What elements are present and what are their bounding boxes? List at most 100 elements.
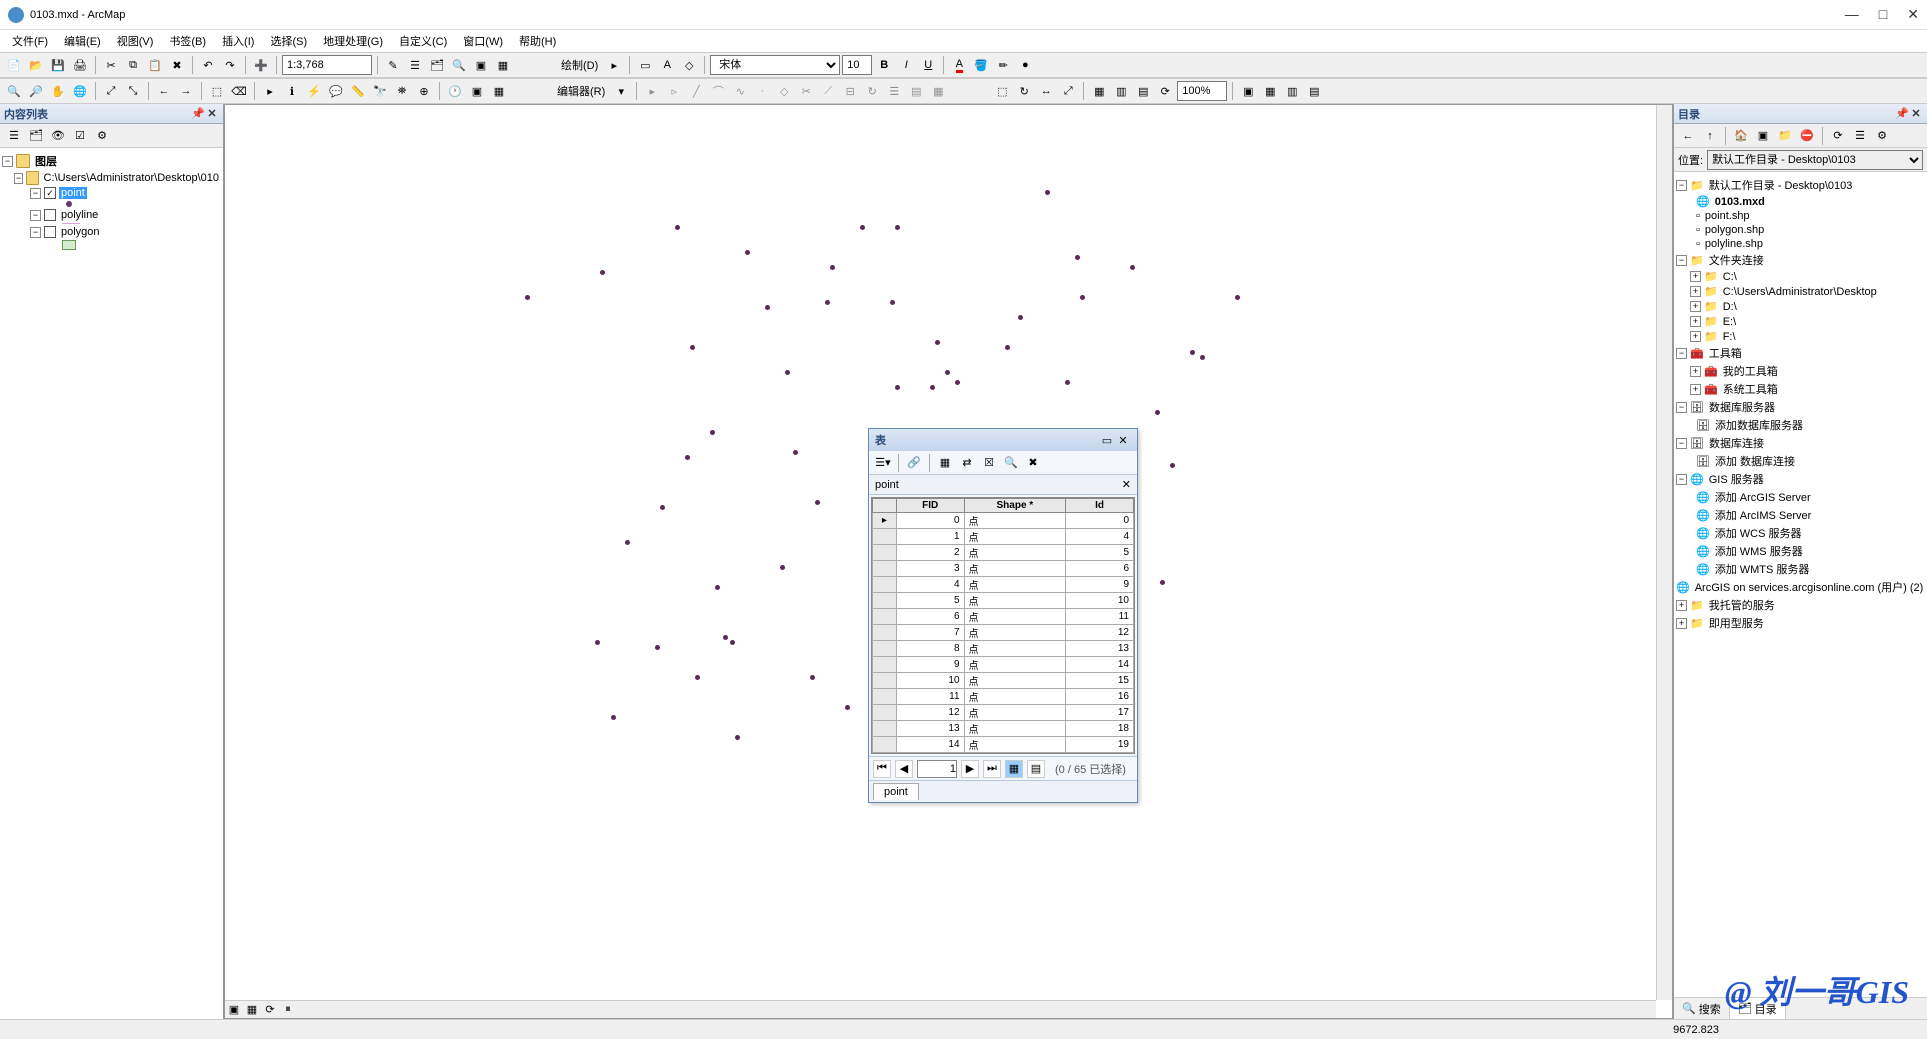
create-viewer-icon[interactable]: ▣ [467,81,487,101]
data-view-icon[interactable]: ▣ [225,1002,243,1018]
layout-whole-icon[interactable]: ▤ [1304,81,1324,101]
redo-icon[interactable]: ↷ [220,55,240,75]
toggle-icon[interactable]: + [1690,301,1701,312]
map-point[interactable] [860,225,865,230]
cat-toggle-icon[interactable]: ▣ [1753,126,1773,146]
first-record-icon[interactable]: ⏮ [873,760,891,778]
map-point[interactable] [815,500,820,505]
layer-point[interactable]: point [59,187,87,199]
layout-pan-icon[interactable]: ▦ [1260,81,1280,101]
map-point[interactable] [723,635,728,640]
clear-selection2-icon[interactable]: ☒ [979,453,999,473]
menu-地理处理g[interactable]: 地理处理(G) [315,31,391,51]
map-point[interactable] [895,385,900,390]
table-row[interactable]: 8点13 [873,641,1134,657]
table-tab-close-icon[interactable]: ✕ [1122,478,1131,491]
table-row[interactable]: 3点6 [873,561,1134,577]
switch-selection-icon[interactable]: ⇄ [957,453,977,473]
table-tab[interactable]: point [875,479,1122,491]
map-point[interactable] [625,540,630,545]
menu-文件f[interactable]: 文件(F) [4,31,56,51]
related-tables-icon[interactable]: 🔗 [904,453,924,473]
edit-vertices-icon[interactable]: ◇ [679,55,699,75]
toggle-icon[interactable]: − [1676,255,1687,266]
map-point[interactable] [685,455,690,460]
find-route-icon[interactable]: ⛯ [392,81,412,101]
georef-layer-icon[interactable]: ⬚ [992,81,1012,101]
menu-视图v[interactable]: 视图(V) [109,31,162,51]
map-point[interactable] [595,640,600,645]
map-point[interactable] [1075,255,1080,260]
layout-view-icon[interactable]: ▦ [243,1002,261,1018]
table-row[interactable]: 4点9 [873,577,1134,593]
identify-icon[interactable]: ℹ [282,81,302,101]
cat-drive[interactable]: F:\ [1721,331,1738,343]
save-icon[interactable]: 💾 [48,55,68,75]
time-slider-icon[interactable]: 🕐 [445,81,465,101]
full-extent-icon[interactable]: 🌐 [70,81,90,101]
cat-ready[interactable]: 即用型服务 [1707,615,1766,631]
georef-scale-icon[interactable]: ⤢ [1058,81,1078,101]
map-point[interactable] [655,645,660,650]
table-row[interactable]: 7点12 [873,625,1134,641]
cat-tree-icon[interactable]: ☰ [1850,126,1870,146]
map-point[interactable] [690,345,695,350]
cat-dbconn[interactable]: 数据库连接 [1707,435,1766,451]
record-number-input[interactable] [917,760,957,778]
menu-书签b[interactable]: 书签(B) [161,31,214,51]
fixed-zoom-out-icon[interactable]: ⤡ [123,81,143,101]
toggle-icon[interactable]: − [1676,348,1687,359]
layer-checkbox[interactable]: ✓ [44,187,56,199]
cat-default-wd[interactable]: 默认工作目录 - Desktop\0103 [1707,177,1855,193]
georef-shift-icon[interactable]: ↔ [1036,81,1056,101]
menu-插入i[interactable]: 插入(I) [214,31,262,51]
map-point[interactable] [895,225,900,230]
options-icon[interactable]: ⚙ [92,126,112,146]
toggle-icon[interactable]: − [1676,474,1687,485]
zoom-pct-input[interactable] [1177,81,1227,101]
col-header[interactable]: Id [1066,499,1134,513]
cat-connect-folder-icon[interactable]: 📁 [1775,126,1795,146]
cat-gis-item[interactable]: ArcGIS on services.arcgisonline.com (用户)… [1693,579,1926,595]
layer-polygon[interactable]: polygon [59,226,102,238]
show-all-icon[interactable]: ▦ [1005,760,1023,778]
cat-gis-item[interactable]: 添加 WCS 服务器 [1713,525,1804,541]
cat-drive[interactable]: C:\ [1721,271,1739,283]
map-point[interactable] [930,385,935,390]
zoom-selected-icon[interactable]: 🔍 [1001,453,1021,473]
cat-drive[interactable]: E:\ [1721,316,1738,328]
map-point[interactable] [611,715,616,720]
toggle-icon[interactable]: − [1676,180,1687,191]
editor-dropdown-icon[interactable]: ▾ [611,81,631,101]
rectangle-icon[interactable]: ▭ [635,55,655,75]
map-point[interactable] [715,585,720,590]
menu-选择s[interactable]: 选择(S) [262,31,315,51]
map-point[interactable] [955,380,960,385]
map-point[interactable] [825,300,830,305]
list-by-visibility-icon[interactable]: 👁 [48,126,68,146]
catalog-pin-icon[interactable]: 📌 [1895,107,1909,120]
collapse-icon[interactable]: − [2,156,13,167]
cat-hosted[interactable]: 我托管的服务 [1707,597,1777,613]
cat-up-icon[interactable]: ↑ [1700,126,1720,146]
collapse-icon[interactable]: − [30,210,41,221]
copy-icon[interactable]: ⧉ [123,55,143,75]
table-row[interactable]: 1点4 [873,529,1134,545]
cat-gis-item[interactable]: 添加 ArcIMS Server [1713,507,1814,523]
catalog-icon[interactable]: 🗂 [427,55,447,75]
forward-extent-icon[interactable]: → [176,81,196,101]
table-row[interactable]: 5点10 [873,593,1134,609]
minimize-button[interactable]: — [1845,6,1859,23]
table-titlebar[interactable]: 表 ▭ ✕ [869,429,1137,451]
cat-folder-conn[interactable]: 文件夹连接 [1707,252,1766,268]
toggle-icon[interactable]: − [1676,402,1687,413]
toc-tree[interactable]: −图层 −C:\Users\Administrator\Desktop\010 … [0,148,223,1019]
toggle-icon[interactable]: − [1676,438,1687,449]
georef-auto-icon[interactable]: ⟳ [1155,81,1175,101]
cat-back-icon[interactable]: ← [1678,126,1698,146]
close-button[interactable]: ✕ [1907,6,1919,23]
table-row[interactable]: 13点18 [873,721,1134,737]
python-icon[interactable]: ▣ [471,55,491,75]
map-point[interactable] [600,270,605,275]
html-popup-icon[interactable]: 💬 [326,81,346,101]
